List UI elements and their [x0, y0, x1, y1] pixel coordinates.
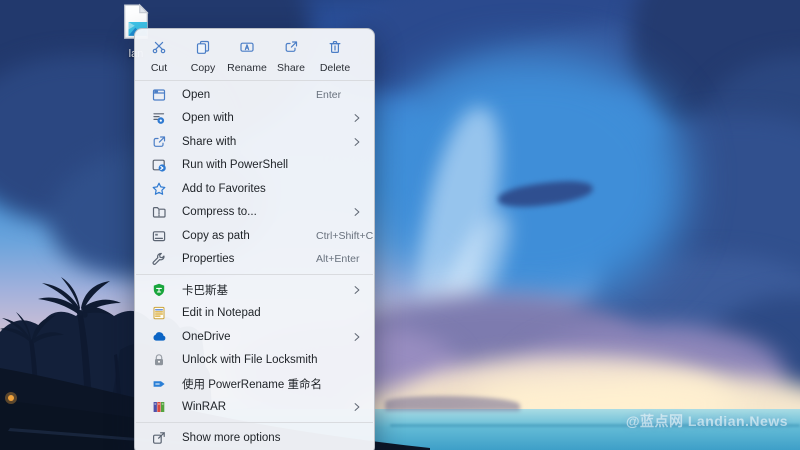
toolbar-label: Cut — [151, 62, 167, 74]
menu-separator — [136, 274, 373, 275]
menu-item-label: OneDrive — [182, 331, 231, 343]
menu-item-powerrename[interactable]: 使用 PowerRename 重命名 — [137, 372, 372, 396]
share-with-icon — [151, 134, 167, 150]
menu-item-open-with[interactable]: Open with — [137, 107, 372, 131]
menu-item-label: Share with — [182, 136, 236, 148]
quick-actions-toolbar: Cut Copy Rename Share Delete — [135, 32, 374, 81]
menu-item-edit-in-notepad[interactable]: Edit in Notepad — [137, 302, 372, 326]
menu-item-properties[interactable]: Properties Alt+Enter — [137, 248, 372, 272]
toolbar-label: Copy — [191, 62, 216, 74]
kaspersky-icon — [151, 282, 167, 298]
share-icon — [283, 39, 299, 60]
menu-item-copy-as-path[interactable]: Copy as path Ctrl+Shift+C — [137, 224, 372, 248]
menu-item-label: Properties — [182, 253, 234, 265]
menu-item-onedrive[interactable]: OneDrive — [137, 325, 372, 349]
copy-path-icon — [151, 228, 167, 244]
toolbar-label: Share — [277, 62, 305, 74]
menu-item-label: Copy as path — [182, 230, 250, 242]
menu-item-label: Open with — [182, 112, 234, 124]
chevron-right-icon — [351, 401, 363, 413]
menu-item-label: Edit in Notepad — [182, 307, 261, 319]
powershell-icon — [151, 157, 167, 173]
menu-item-shortcut: Enter — [316, 89, 341, 101]
menu-item-shortcut: Ctrl+Shift+C — [316, 230, 373, 242]
onedrive-icon — [151, 329, 167, 345]
context-menu: Cut Copy Rename Share Delete Open Enter Open w… — [134, 28, 375, 450]
star-icon — [151, 181, 167, 197]
menu-item-show-more-options[interactable]: Show more options — [137, 426, 372, 450]
menu-item-label: WinRAR — [182, 401, 226, 413]
winrar-icon — [151, 399, 167, 415]
watermark-text: @蓝点网 Landian.News — [626, 411, 788, 431]
menu-item-run-with-powershell[interactable]: Run with PowerShell — [137, 154, 372, 178]
menu-item-label: Run with PowerShell — [182, 159, 288, 171]
menu-item-label: Open — [182, 89, 210, 101]
scissors-icon — [151, 39, 167, 60]
padlock-icon — [151, 352, 167, 368]
menu-item-unlock-file-locksmith[interactable]: Unlock with File Locksmith — [137, 349, 372, 373]
chevron-right-icon — [351, 284, 363, 296]
toolbar-label: Rename — [227, 62, 267, 74]
toolbar-rename-button[interactable]: Rename — [225, 37, 269, 76]
notepad-icon — [151, 305, 167, 321]
chevron-right-icon — [351, 136, 363, 148]
chevron-right-icon — [351, 112, 363, 124]
menu-item-compress-to[interactable]: Compress to... — [137, 201, 372, 225]
menu-item-label: Add to Favorites — [182, 183, 266, 195]
menu-separator — [136, 422, 373, 423]
menu-item-add-to-favorites[interactable]: Add to Favorites — [137, 177, 372, 201]
menu-item-label: Show more options — [182, 432, 280, 444]
open-app-icon — [151, 87, 167, 103]
copy-icon — [195, 39, 211, 60]
chevron-right-icon — [351, 331, 363, 343]
toolbar-cut-button[interactable]: Cut — [137, 37, 181, 76]
desktop-wallpaper: @蓝点网 Landian.News — [0, 0, 800, 450]
menu-item-label: 使用 PowerRename 重命名 — [182, 376, 322, 392]
more-options-icon — [151, 430, 167, 446]
toolbar-label: Delete — [320, 62, 350, 74]
wrench-icon — [151, 251, 167, 267]
menu-item-label: 卡巴斯基 — [182, 282, 228, 298]
menu-item-share-with[interactable]: Share with — [137, 130, 372, 154]
menu-item-kaspersky[interactable]: 卡巴斯基 — [137, 278, 372, 302]
compress-icon — [151, 204, 167, 220]
menu-item-shortcut: Alt+Enter — [316, 253, 359, 265]
powerrename-icon — [151, 376, 167, 392]
menu-item-label: Compress to... — [182, 206, 257, 218]
menu-item-open[interactable]: Open Enter — [137, 83, 372, 107]
toolbar-copy-button[interactable]: Copy — [181, 37, 225, 76]
trash-icon — [327, 39, 343, 60]
toolbar-share-button[interactable]: Share — [269, 37, 313, 76]
rename-icon — [239, 39, 255, 60]
toolbar-delete-button[interactable]: Delete — [313, 37, 357, 76]
menu-item-label: Unlock with File Locksmith — [182, 354, 317, 366]
context-menu-body: Open Enter Open with Share with Run with Pow… — [135, 81, 374, 450]
menu-item-winrar[interactable]: WinRAR — [137, 396, 372, 420]
open-with-icon — [151, 110, 167, 126]
chevron-right-icon — [351, 206, 363, 218]
